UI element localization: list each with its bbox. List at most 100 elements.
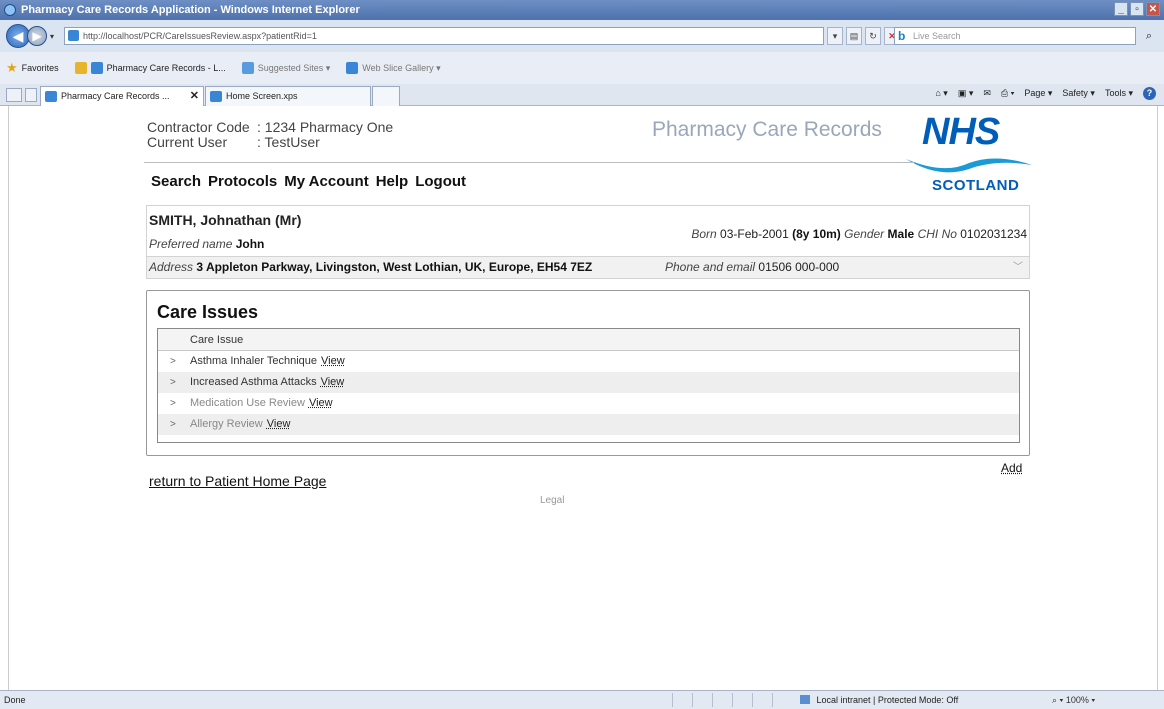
nav-buttons: ◀ ▶ ▾ — [6, 24, 57, 48]
status-cell — [712, 693, 732, 707]
security-zone[interactable]: Local intranet | Protected Mode: Off — [800, 695, 958, 705]
zoom-icon: ⌕ ▾ — [1052, 695, 1066, 705]
close-icon[interactable]: ✕ — [1146, 2, 1160, 16]
table-row[interactable]: > Asthma Inhaler Technique View — [158, 351, 1019, 372]
gender-value: Male — [887, 227, 915, 241]
window-title: Pharmacy Care Records Application - Wind… — [21, 4, 360, 16]
grid-header-care-issue[interactable]: Care Issue — [158, 329, 1019, 351]
nav-logout[interactable]: Logout — [415, 173, 466, 190]
page-menu[interactable]: Page ▾ — [1024, 88, 1052, 99]
page-icon — [68, 30, 79, 41]
minimize-icon[interactable]: _ — [1114, 2, 1128, 16]
chi-label: CHI No — [917, 227, 957, 241]
table-row[interactable]: > Medication Use Review View — [158, 393, 1019, 414]
nav-protocols[interactable]: Protocols — [208, 173, 277, 190]
status-bar: Done Local intranet | Protected Mode: Of… — [0, 690, 1164, 709]
chevron-down-icon[interactable]: ﹀ — [1013, 257, 1023, 278]
favorite-web-slice[interactable]: Web Slice Gallery ▾ — [346, 62, 441, 74]
address-row[interactable]: Address 3 Appleton Parkway, Livingston, … — [147, 256, 1029, 278]
care-issue-name: Asthma Inhaler Technique — [190, 355, 317, 367]
feeds-icon[interactable]: ▣ ▾ — [958, 88, 974, 99]
search-icon[interactable]: ⌕ — [1140, 27, 1158, 45]
address-tools: ▾ ▤ ↻ ✕ — [827, 27, 900, 45]
expand-row-icon[interactable]: > — [170, 351, 176, 372]
gender-label: Gender — [844, 227, 885, 241]
add-care-issue-link[interactable]: Add — [1001, 461, 1022, 475]
chi-value: 0102031234 — [960, 227, 1027, 241]
url-text: http://localhost/PCR/CareIssuesReview.as… — [83, 31, 317, 41]
zoom-level: 100% — [1065, 695, 1089, 705]
patient-banner: SMITH, Johnathan (Mr) Preferred name Joh… — [146, 205, 1030, 279]
status-cell — [672, 693, 692, 707]
page-icon — [210, 91, 222, 102]
tab-list-icon[interactable] — [25, 88, 37, 102]
care-issues-grid: Care Issue > Asthma Inhaler Technique Vie… — [157, 328, 1020, 443]
command-bar: ⌂ ▾ ▣ ▾ ✉ ⎙ ▾ Page ▾ Safety ▾ Tools ▾ ? — [935, 87, 1156, 100]
view-link[interactable]: View — [321, 376, 345, 388]
nhs-scotland-logo: NHS SCOTLAND — [904, 111, 1034, 195]
nav-search[interactable]: Search — [151, 173, 201, 190]
favorite-pharmacy[interactable]: Pharmacy Care Records - L... — [74, 62, 226, 74]
bing-icon: b — [898, 29, 906, 43]
history-dropdown-icon[interactable]: ▾ — [50, 32, 54, 41]
born-value: 03-Feb-2001 — [720, 227, 789, 241]
favorite-suggested-sites[interactable]: Suggested Sites ▾ — [241, 62, 331, 74]
intranet-icon — [800, 695, 810, 704]
refresh-icon[interactable]: ↻ — [865, 27, 881, 45]
security-zone-text: Local intranet | Protected Mode: Off — [816, 695, 959, 705]
favorites-label: Favorites — [21, 63, 59, 73]
nav-my-account[interactable]: My Account — [284, 173, 368, 190]
zoom-control[interactable]: ⌕ ▾ 100% ▾ — [1052, 695, 1095, 706]
search-input[interactable]: b Live Search — [894, 27, 1136, 45]
search-placeholder: Live Search — [913, 31, 961, 41]
read-mail-icon[interactable]: ✉ — [983, 88, 991, 99]
care-issues-title: Care Issues — [157, 302, 259, 322]
table-row[interactable]: > Allergy Review View — [158, 414, 1019, 435]
tools-menu[interactable]: Tools ▾ — [1105, 88, 1133, 99]
expand-row-icon[interactable]: > — [170, 393, 176, 414]
favorites-star-icon[interactable]: ★ — [6, 60, 18, 76]
favorites-bar: ★ Favorites Pharmacy Care Records - L...… — [0, 52, 1164, 84]
favorite-label: Suggested Sites ▾ — [257, 62, 331, 73]
patient-address: Address 3 Appleton Parkway, Livingston, … — [149, 257, 592, 278]
url-dropdown-icon[interactable]: ▾ — [827, 27, 843, 45]
tab-home-screen[interactable]: Home Screen.xps — [205, 86, 371, 106]
expand-row-icon[interactable]: > — [170, 372, 176, 393]
help-icon[interactable]: ? — [1143, 87, 1156, 100]
forward-icon[interactable]: ▶ — [27, 26, 47, 46]
view-link[interactable]: View — [309, 397, 333, 409]
close-tab-icon[interactable]: ✕ — [190, 87, 199, 105]
nav-help[interactable]: Help — [376, 173, 409, 190]
app-title: Pharmacy Care Records — [652, 118, 882, 141]
compatibility-icon[interactable]: ▤ — [846, 27, 862, 45]
status-cell — [692, 693, 712, 707]
table-row[interactable]: > Increased Asthma Attacks View — [158, 372, 1019, 393]
view-link[interactable]: View — [321, 355, 345, 367]
restore-icon[interactable]: ▫ — [1130, 2, 1144, 16]
window-controls: _ ▫ ✕ — [1114, 2, 1160, 16]
return-home-link[interactable]: return to Patient Home Page — [149, 473, 326, 489]
url-field[interactable]: http://localhost/PCR/CareIssuesReview.as… — [64, 27, 824, 45]
nhs-logo-region: SCOTLAND — [932, 177, 1020, 194]
home-icon[interactable]: ⌂ ▾ — [935, 88, 947, 99]
expand-row-icon[interactable]: > — [170, 414, 176, 435]
favorite-label: Pharmacy Care Records - L... — [106, 63, 226, 73]
care-issues-panel: Care Issues Care Issue > Asthma Inhaler … — [146, 290, 1030, 456]
view-link[interactable]: View — [267, 418, 291, 430]
quick-tabs-icon[interactable] — [6, 88, 22, 102]
window-titlebar: Pharmacy Care Records Application - Wind… — [0, 0, 1164, 20]
tab-pharmacy-care-records[interactable]: Pharmacy Care Records ... ✕ — [40, 86, 204, 106]
legal-link[interactable]: Legal — [540, 495, 564, 506]
favorites-button[interactable]: Favorites — [22, 63, 59, 73]
print-icon[interactable]: ⎙ ▾ — [1001, 88, 1014, 99]
new-tab-button[interactable] — [372, 86, 400, 106]
web-slice-icon — [346, 62, 359, 74]
status-cells — [672, 693, 792, 707]
preferred-name-value: John — [235, 237, 265, 251]
ie-logo-icon — [4, 4, 16, 16]
status-cell — [772, 693, 792, 707]
suggested-sites-icon — [241, 62, 254, 74]
web-page: Contractor Code : 1234 Pharmacy One Curr… — [8, 106, 1158, 690]
safety-menu[interactable]: Safety ▾ — [1062, 88, 1095, 99]
preferred-name-label: Preferred name — [149, 237, 233, 251]
